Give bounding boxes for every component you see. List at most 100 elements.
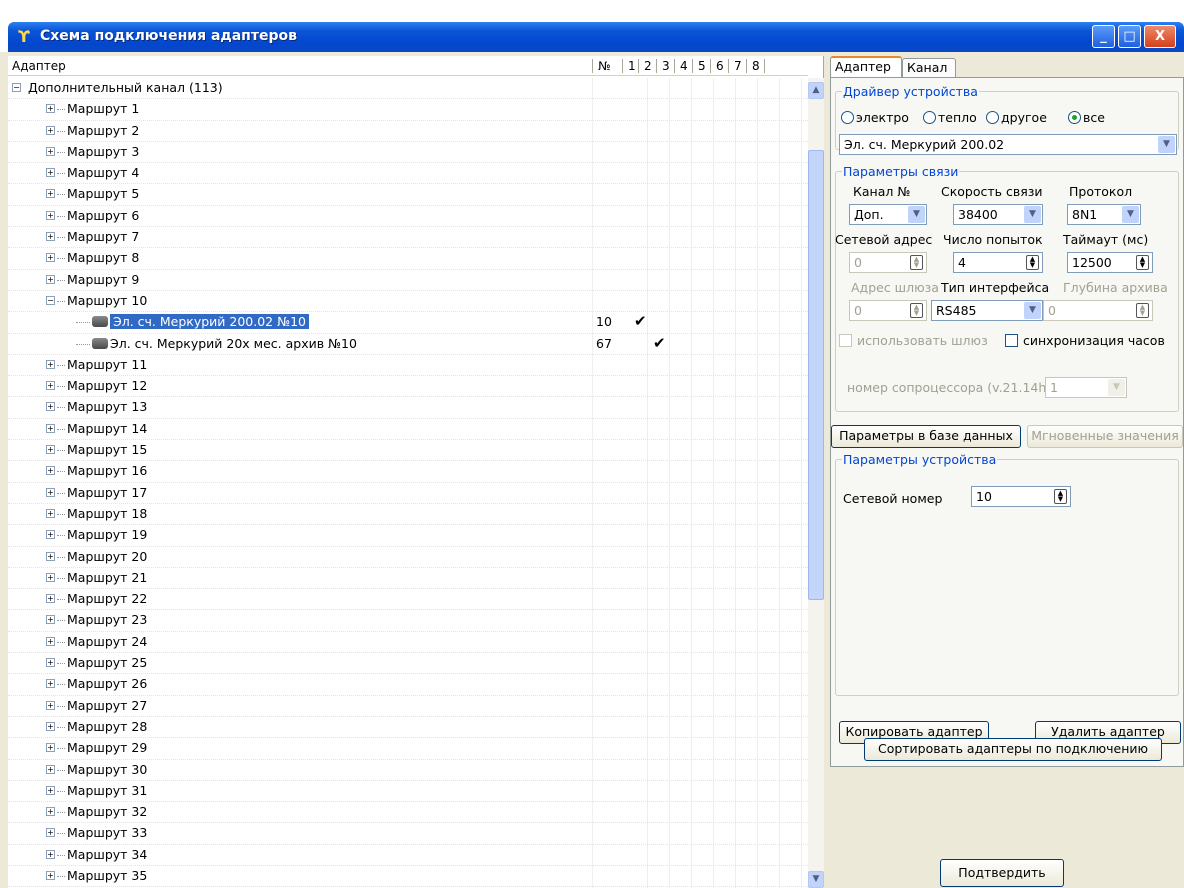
route-label[interactable]: Маршрут 31	[67, 783, 147, 798]
chevron-down-icon[interactable]: ▼	[908, 206, 925, 223]
expand-plus-icon[interactable]: +	[46, 402, 55, 412]
route-label[interactable]: Маршрут 23	[67, 612, 147, 627]
expand-plus-icon[interactable]: +	[46, 870, 55, 880]
tree-row[interactable]: + Маршрут 24	[8, 632, 808, 654]
title-bar[interactable]: ϒ Схема подключения адаптеров _ □ X	[8, 22, 1184, 52]
route-label[interactable]: Маршрут 5	[67, 186, 139, 201]
tree-row[interactable]: + Маршрут 4	[8, 163, 808, 185]
expand-plus-icon[interactable]: +	[46, 125, 55, 135]
tree-row[interactable]: + Маршрут 6	[8, 206, 808, 228]
timeout-spinner[interactable]: 12500 ▲ ▼	[1067, 252, 1153, 273]
chevron-down-icon[interactable]: ▼	[1024, 206, 1041, 223]
tree-row[interactable]: + Маршрут 32	[8, 802, 808, 824]
route-label[interactable]: Маршрут 10	[67, 293, 147, 308]
expand-plus-icon[interactable]: +	[46, 807, 55, 817]
tree-row[interactable]: + Маршрут 12	[8, 376, 808, 398]
expand-plus-icon[interactable]: +	[46, 849, 55, 859]
expand-plus-icon[interactable]: +	[46, 423, 55, 433]
radio-all-label[interactable]: все	[1083, 110, 1105, 125]
expand-plus-icon[interactable]: +	[46, 785, 55, 795]
device-label[interactable]: Эл. сч. Меркурий 20х мес. архив №10	[110, 336, 357, 351]
expand-plus-icon[interactable]: +	[46, 210, 55, 220]
expand-plus-icon[interactable]: +	[46, 168, 55, 178]
route-label[interactable]: Маршрут 13	[67, 399, 147, 414]
expand-plus-icon[interactable]: +	[46, 445, 55, 455]
expand-plus-icon[interactable]: +	[46, 615, 55, 625]
tree-row[interactable]: + Маршрут 23	[8, 610, 808, 632]
route-label[interactable]: Маршрут 33	[67, 825, 147, 840]
maximize-button[interactable]: □	[1118, 25, 1141, 48]
route-label[interactable]: Маршрут 4	[67, 165, 139, 180]
expand-plus-icon[interactable]: +	[46, 658, 55, 668]
radio-other[interactable]	[986, 111, 999, 124]
collapse-minus-icon[interactable]: −	[12, 83, 21, 92]
db-params-button[interactable]: Параметры в базе данных	[831, 425, 1021, 448]
adapter-tree[interactable]: − Дополнительный канал (113) + Маршрут 1 + Ма…	[8, 78, 808, 888]
tree-row[interactable]: + Маршрут 19	[8, 525, 808, 547]
route-label[interactable]: Маршрут 11	[67, 357, 147, 372]
radio-electro-label[interactable]: электро	[856, 110, 909, 125]
route-label[interactable]: Маршрут 20	[67, 549, 147, 564]
route-label[interactable]: Маршрут 1	[67, 101, 139, 116]
tree-row[interactable]: + Маршрут 33	[8, 823, 808, 845]
tab-adapter[interactable]: Адаптер	[830, 56, 902, 79]
route-label[interactable]: Маршрут 24	[67, 634, 147, 649]
collapse-minus-icon[interactable]: −	[46, 295, 55, 305]
route-label[interactable]: Маршрут 22	[67, 591, 147, 606]
tree-row[interactable]: + Маршрут 30	[8, 760, 808, 781]
tree-row[interactable]: + Маршрут 26	[8, 674, 808, 696]
expand-plus-icon[interactable]: +	[46, 636, 55, 646]
route-label[interactable]: Маршрут 18	[67, 506, 147, 521]
expand-plus-icon[interactable]: +	[46, 189, 55, 199]
spin-updown-icon[interactable]: ▲ ▼	[1054, 489, 1067, 504]
tree-row[interactable]: + Маршрут 15	[8, 440, 808, 462]
route-label[interactable]: Маршрут 8	[67, 250, 139, 265]
tree-row[interactable]: + Маршрут 35	[8, 866, 808, 888]
column-1[interactable]: 1	[628, 59, 636, 73]
expand-plus-icon[interactable]: +	[46, 679, 55, 689]
route-label[interactable]: Маршрут 25	[67, 655, 147, 670]
tree-scrollbar[interactable]: ▲ ▼	[808, 78, 824, 888]
radio-all[interactable]	[1068, 111, 1081, 124]
expand-plus-icon[interactable]: +	[46, 530, 55, 540]
route-label[interactable]: Маршрут 21	[67, 570, 147, 585]
expand-plus-icon[interactable]: +	[46, 359, 55, 369]
tree-row[interactable]: + Маршрут 9	[8, 270, 808, 291]
column-8[interactable]: 8	[752, 59, 760, 73]
route-label[interactable]: Маршрут 9	[67, 272, 139, 287]
tree-row[interactable]: + Маршрут 29	[8, 738, 808, 760]
scroll-up-arrow-icon[interactable]: ▲	[808, 82, 824, 99]
tree-row-root[interactable]: − Дополнительный канал (113)	[8, 78, 808, 100]
route-label[interactable]: Маршрут 32	[67, 804, 147, 819]
tree-row[interactable]: + Маршрут 13	[8, 397, 808, 419]
root-channel-label[interactable]: Дополнительный канал (113)	[28, 80, 223, 95]
scroll-down-arrow-icon[interactable]: ▼	[808, 871, 824, 888]
route-label[interactable]: Маршрут 17	[67, 485, 147, 500]
tree-row[interactable]: + Маршрут 8	[8, 248, 808, 270]
net-number-spinner[interactable]: 10 ▲ ▼	[971, 486, 1071, 507]
tree-row[interactable]: + Маршрут 27	[8, 696, 808, 717]
sync-clock-checkbox[interactable]	[1005, 334, 1018, 347]
route-label[interactable]: Маршрут 3	[67, 144, 139, 159]
column-4[interactable]: 4	[680, 59, 688, 73]
tree-row[interactable]: + Маршрут 17	[8, 483, 808, 504]
tree-row[interactable]: + Маршрут 18	[8, 504, 808, 526]
tree-row[interactable]: + Маршрут 20	[8, 547, 808, 568]
column-adapter[interactable]: Адаптер	[12, 59, 66, 73]
expand-plus-icon[interactable]: +	[46, 572, 55, 582]
expand-plus-icon[interactable]: +	[46, 743, 55, 753]
route-label[interactable]: Маршрут 26	[67, 676, 147, 691]
expand-plus-icon[interactable]: +	[46, 104, 55, 114]
tree-row-device[interactable]: Эл. сч. Меркурий 20х мес. архив №10 67 ✔	[8, 334, 808, 355]
route-label[interactable]: Маршрут 14	[67, 421, 147, 436]
expand-plus-icon[interactable]: +	[46, 146, 55, 156]
tree-row[interactable]: + Маршрут 1	[8, 99, 808, 121]
column-3[interactable]: 3	[662, 59, 670, 73]
device-label[interactable]: Эл. сч. Меркурий 200.02 №10	[110, 314, 309, 330]
route-label[interactable]: Маршрут 6	[67, 208, 139, 223]
expand-plus-icon[interactable]: +	[46, 508, 55, 518]
expand-plus-icon[interactable]: +	[46, 253, 55, 263]
minimize-button[interactable]: _	[1092, 25, 1115, 48]
speed-select[interactable]: 38400 ▼	[953, 204, 1043, 225]
route-label[interactable]: Маршрут 2	[67, 123, 139, 138]
